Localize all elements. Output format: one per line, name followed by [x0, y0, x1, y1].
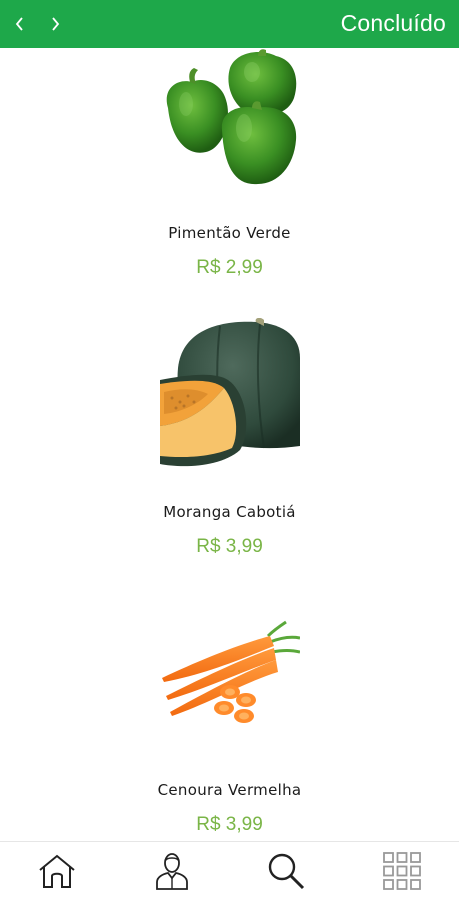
- top-bar: Concluído: [0, 0, 459, 48]
- done-button[interactable]: Concluído: [341, 10, 446, 37]
- green-bell-pepper-image: [166, 49, 297, 185]
- home-icon: [39, 854, 75, 888]
- forward-button[interactable]: [41, 8, 69, 40]
- product-name: Moranga Cabotiá: [163, 503, 296, 521]
- chevron-right-icon: [52, 17, 60, 31]
- product-price: R$ 2,99: [196, 257, 263, 278]
- nav-search[interactable]: [264, 851, 308, 891]
- nav-menu[interactable]: [380, 851, 424, 891]
- product-name: Pimentão Verde: [168, 224, 291, 242]
- product-price: R$ 3,99: [196, 536, 263, 557]
- product-name: Cenoura Vermelha: [157, 781, 302, 799]
- list-item[interactable]: Moranga Cabotiá R$ 3,99: [0, 313, 459, 573]
- chevron-left-icon: [15, 17, 23, 31]
- list-item[interactable]: Cenoura Vermelha R$ 3,99: [0, 593, 459, 841]
- search-icon: [268, 853, 305, 890]
- user-icon: [156, 853, 188, 890]
- nav-home[interactable]: [35, 851, 79, 891]
- product-price: R$ 3,99: [196, 814, 263, 835]
- grid-menu-icon: [383, 852, 421, 890]
- nav-profile[interactable]: [150, 851, 194, 891]
- cabotia-pumpkin-image: [160, 318, 300, 467]
- carrot-image: [162, 620, 300, 723]
- list-item[interactable]: Pimentão Verde R$ 2,99: [0, 48, 459, 293]
- bottom-nav: [0, 841, 459, 901]
- back-button[interactable]: [6, 8, 34, 40]
- product-list[interactable]: Pimentão Verde R$ 2,99 Moranga Cabotiá R…: [0, 48, 459, 841]
